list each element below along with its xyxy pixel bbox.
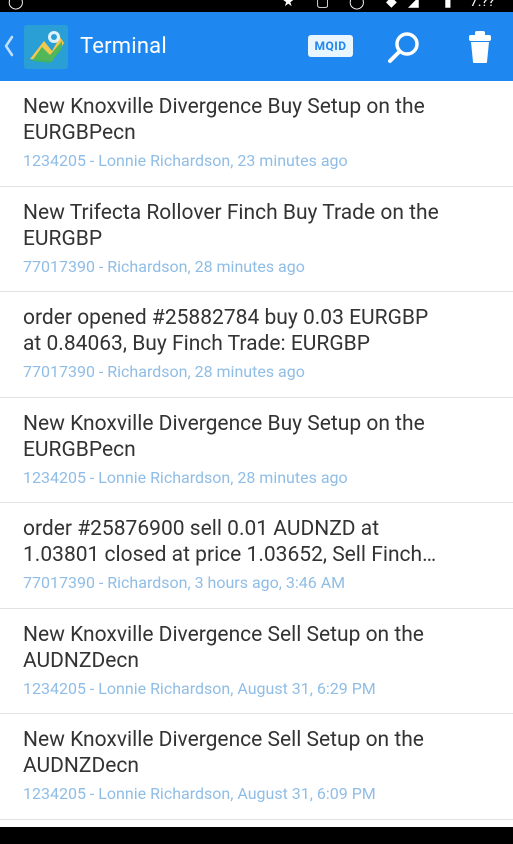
message-item[interactable]: New Knoxville Divergence Sell Setup on t…: [0, 609, 513, 714]
message-item[interactable]: New Trifecta Rollover Finch Buy Trade on…: [0, 187, 513, 292]
signal-icon: ◢: [408, 0, 419, 10]
message-title-line: EURGBP: [23, 226, 103, 251]
message-item[interactable]: New Knoxville Divergence Buy Setup on th…: [0, 81, 513, 187]
message-meta: 77017390 - Richardson, 28 minutes ago: [23, 256, 305, 276]
back-chevron-icon[interactable]: [4, 35, 14, 57]
message-title-line: EURGBPecn: [23, 121, 136, 145]
alarm-icon: ◯: [349, 0, 365, 10]
message-title-line: New Knoxville Divergence Sell Setup on t…: [23, 728, 424, 752]
message-meta: 1234205 - Lonnie Richardson, 28 minutes …: [23, 467, 348, 487]
message-title-line: AUDNZDecn: [23, 754, 139, 778]
message-meta: 1234205 - Lonnie Richardson, August 31, …: [23, 784, 376, 803]
search-icon[interactable]: [386, 30, 422, 66]
message-title-line: EURGBPecn: [23, 437, 136, 462]
message-title-line: order #25876900 sell 0.01 AUDNZD at: [23, 517, 380, 541]
app-logo-icon[interactable]: [24, 25, 68, 69]
trash-icon[interactable]: [466, 30, 494, 64]
message-title-line: AUDNZDecn: [23, 648, 139, 673]
status-bar: ◯ ★ ▢ ◯ ◆ ◢ ▮ 7:??: [0, 0, 513, 12]
message-meta: 77017390 - Richardson, 28 minutes ago: [23, 362, 305, 381]
app-title: Terminal: [80, 34, 167, 59]
message-item[interactable]: New Knoxville Divergence Buy Setup on th…: [0, 398, 513, 503]
message-item[interactable]: order opened #25882784 buy 0.03 EURGBP a…: [0, 292, 513, 398]
screen: ◯ ★ ▢ ◯ ◆ ◢ ▮ 7:?? Terminal MQID New Kno…: [0, 0, 513, 844]
message-list: New Knoxville Divergence Buy Setup on th…: [0, 81, 513, 827]
mqid-button[interactable]: MQID: [308, 35, 353, 57]
clock-text: 7:??: [470, 0, 495, 10]
message-meta: 1234205 - Lonnie Richardson, 23 minutes …: [23, 151, 348, 170]
message-meta: 77017390 - Richardson, 3 hours ago, 3:46…: [23, 573, 346, 592]
notification-icon: ▢: [316, 0, 330, 10]
message-title-line: New Knoxville Divergence Sell Setup on t…: [23, 622, 424, 647]
bottom-bar: [0, 827, 513, 844]
message-title-line: New Knoxville Divergence Buy Setup on th…: [23, 95, 425, 119]
battery-icon: ▮: [444, 0, 452, 10]
message-title-line: at 0.84063, Buy Finch Trade: EURGBP: [23, 332, 370, 356]
star-icon: ★: [282, 0, 295, 10]
message-item[interactable]: New Knoxville Divergence Sell Setup on t…: [0, 714, 513, 820]
status-left-icon: ◯: [8, 0, 24, 10]
message-title-line: New Trifecta Rollover Finch Buy Trade on…: [23, 200, 439, 225]
app-bar: Terminal MQID: [0, 12, 513, 81]
message-title-line: 1.03801 closed at price 1.03652, Sell Fi…: [23, 543, 437, 567]
message-meta: 1234205 - Lonnie Richardson, August 31, …: [23, 678, 376, 698]
message-title-line: New Knoxville Divergence Buy Setup on th…: [23, 411, 425, 436]
wifi-icon: ◆: [386, 0, 397, 10]
message-item[interactable]: order #25876900 sell 0.01 AUDNZD at 1.03…: [0, 503, 513, 609]
message-title-line: order opened #25882784 buy 0.03 EURGBP: [23, 306, 429, 330]
